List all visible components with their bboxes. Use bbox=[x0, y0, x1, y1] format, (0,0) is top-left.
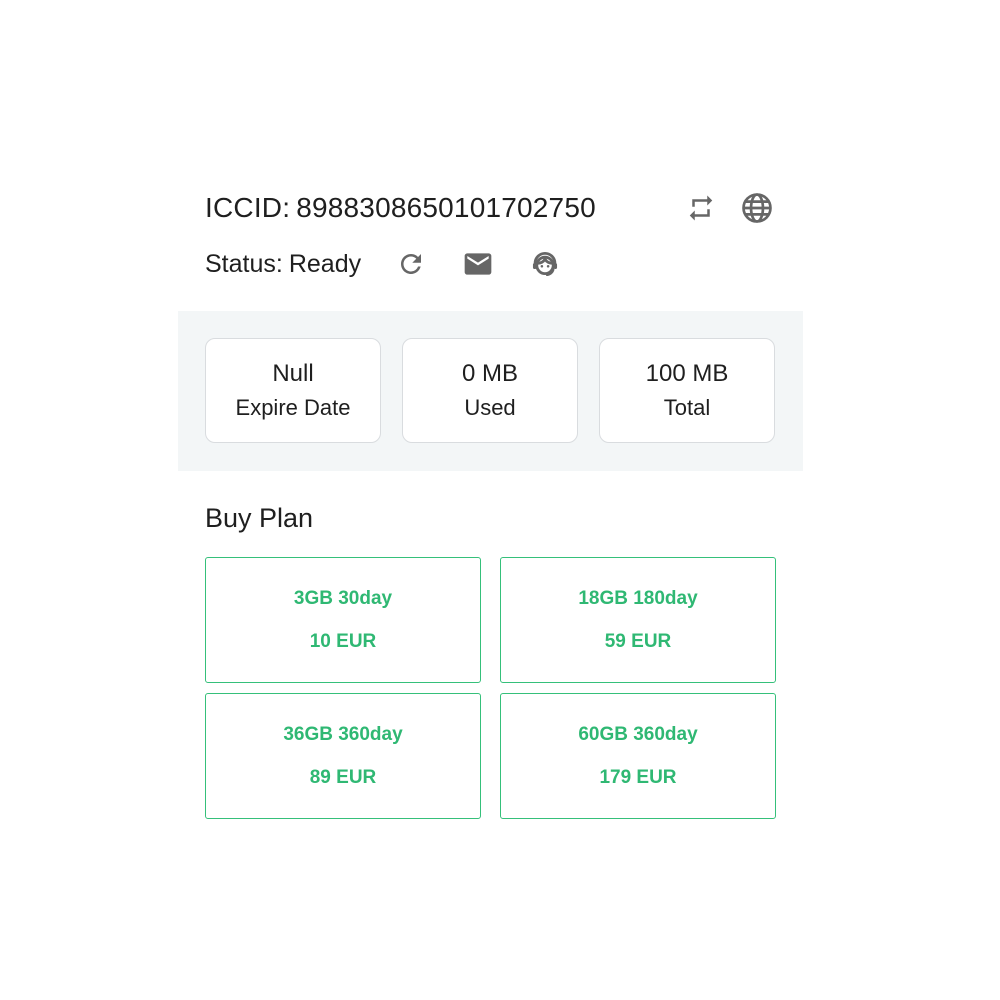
status-label: Status: bbox=[205, 249, 283, 278]
stat-value: 100 MB bbox=[645, 359, 729, 387]
customer-support-icon[interactable] bbox=[527, 246, 563, 282]
stat-caption: Expire Date bbox=[235, 394, 351, 420]
plan-option-3gb-30day[interactable]: 3GB 30day 10 EUR bbox=[205, 557, 481, 683]
plan-name: 18GB 180day bbox=[578, 587, 698, 609]
status-row: Status: Ready bbox=[205, 246, 361, 282]
stat-value: Null bbox=[272, 359, 314, 387]
plan-option-18gb-180day[interactable]: 18GB 180day 59 EUR bbox=[500, 557, 776, 683]
mail-icon[interactable] bbox=[460, 246, 496, 282]
plan-option-36gb-360day[interactable]: 36GB 360day 89 EUR bbox=[205, 693, 481, 819]
plan-price: 10 EUR bbox=[309, 630, 377, 652]
top-actions bbox=[683, 190, 775, 226]
switch-arrows-icon[interactable] bbox=[683, 190, 719, 226]
globe-icon[interactable] bbox=[739, 190, 775, 226]
plan-price: 89 EUR bbox=[309, 766, 377, 788]
refresh-icon[interactable] bbox=[393, 246, 429, 282]
stat-caption: Used bbox=[464, 394, 516, 420]
iccid-row: ICCID: 8988308650101702750 bbox=[205, 190, 596, 226]
plan-price: 59 EUR bbox=[604, 630, 672, 652]
stats-band: Null Expire Date 0 MB Used 100 MB Total bbox=[178, 311, 803, 471]
stat-value: 0 MB bbox=[461, 359, 518, 387]
iccid-value: 8988308650101702750 bbox=[296, 192, 596, 223]
iccid-label: ICCID: bbox=[205, 192, 291, 223]
stat-caption: Total bbox=[663, 394, 711, 420]
stat-card-total: 100 MB Total bbox=[599, 338, 775, 443]
status-value: Ready bbox=[288, 249, 362, 278]
plan-name: 60GB 360day bbox=[578, 723, 698, 745]
plan-name: 36GB 360day bbox=[283, 723, 403, 745]
buy-plan-title: Buy Plan bbox=[205, 503, 314, 533]
plan-name: 3GB 30day bbox=[293, 587, 393, 609]
stat-card-used: 0 MB Used bbox=[402, 338, 578, 443]
plan-price: 179 EUR bbox=[599, 766, 677, 788]
plan-option-60gb-360day[interactable]: 60GB 360day 179 EUR bbox=[500, 693, 776, 819]
status-actions bbox=[393, 246, 563, 282]
stat-card-expire-date: Null Expire Date bbox=[205, 338, 381, 443]
